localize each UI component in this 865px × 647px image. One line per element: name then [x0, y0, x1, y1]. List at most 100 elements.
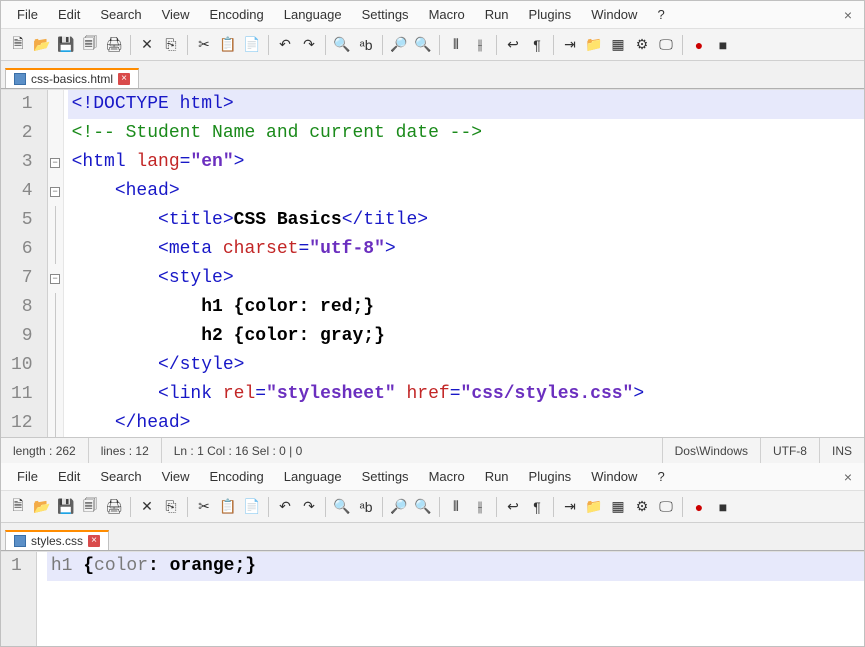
zoom-in-icon[interactable]: 🔎	[388, 34, 410, 56]
fold-marker[interactable]	[48, 90, 63, 119]
code-line[interactable]: </head>	[68, 409, 864, 437]
fold-marker[interactable]	[48, 351, 63, 380]
save-icon[interactable]: 💾	[55, 496, 77, 518]
code-line[interactable]: h2 {color: gray;}	[68, 322, 864, 351]
code-editor[interactable]: 123456789101112 −−− <!DOCTYPE html><!-- …	[1, 89, 864, 437]
menu-plugins[interactable]: Plugins	[519, 4, 582, 25]
print-icon[interactable]: 🖨	[103, 496, 125, 518]
menu-search[interactable]: Search	[90, 4, 151, 25]
menu-settings[interactable]: Settings	[352, 4, 419, 25]
fold-marker[interactable]	[48, 235, 63, 264]
redo-icon[interactable]: ↷	[298, 496, 320, 518]
cut-icon[interactable]: ✂	[193, 496, 215, 518]
sync-h-icon[interactable]: ⫲	[469, 34, 491, 56]
copy-icon[interactable]: 📋	[217, 34, 239, 56]
menu-language[interactable]: Language	[274, 4, 352, 25]
indent-icon[interactable]: ⇥	[559, 496, 581, 518]
sync-v-icon[interactable]: ⫴	[445, 34, 467, 56]
sync-v-icon[interactable]: ⫴	[445, 496, 467, 518]
menu-encoding[interactable]: Encoding	[200, 466, 274, 487]
code-line[interactable]: </style>	[68, 351, 864, 380]
menu-edit[interactable]: Edit	[48, 4, 90, 25]
code-line[interactable]: <!-- Student Name and current date -->	[68, 119, 864, 148]
code-line[interactable]: <meta charset="utf-8">	[68, 235, 864, 264]
menu-search[interactable]: Search	[90, 466, 151, 487]
copy-icon[interactable]: 📋	[217, 496, 239, 518]
close-icon[interactable]: ×	[88, 535, 100, 547]
stop-icon[interactable]: ■	[712, 496, 734, 518]
find-icon[interactable]: 🔍	[331, 496, 353, 518]
menu-view[interactable]: View	[152, 4, 200, 25]
print-icon[interactable]: 🖨	[103, 34, 125, 56]
fold-marker[interactable]: −	[48, 177, 63, 206]
fold-marker[interactable]	[48, 119, 63, 148]
code-line[interactable]: <!DOCTYPE html>	[68, 90, 864, 119]
code-area[interactable]: <!DOCTYPE html><!-- Student Name and cur…	[64, 90, 864, 437]
pilcrow-icon[interactable]: ¶	[526, 496, 548, 518]
cut-icon[interactable]: ✂	[193, 34, 215, 56]
menu-file[interactable]: File	[7, 466, 48, 487]
folder-icon[interactable]: 📁	[583, 34, 605, 56]
code-line[interactable]: <head>	[68, 177, 864, 206]
menu-macro[interactable]: Macro	[419, 4, 475, 25]
window-close-icon[interactable]: ×	[838, 7, 858, 23]
save-all-icon[interactable]: 🗐	[79, 496, 101, 518]
menu-run[interactable]: Run	[475, 466, 519, 487]
close-all-icon[interactable]: ⎘	[160, 496, 182, 518]
fold-marker[interactable]	[48, 322, 63, 351]
code-line[interactable]: <title>CSS Basics</title>	[68, 206, 864, 235]
doc-map-icon[interactable]: ▦	[607, 34, 629, 56]
menu-window[interactable]: Window	[581, 4, 647, 25]
record-icon[interactable]: ●	[688, 34, 710, 56]
wordwrap-icon[interactable]: ↩	[502, 496, 524, 518]
code-line[interactable]: <link rel="stylesheet" href="css/styles.…	[68, 380, 864, 409]
zoom-out-icon[interactable]: 🔍	[412, 34, 434, 56]
menu-language[interactable]: Language	[274, 466, 352, 487]
close-all-icon[interactable]: ⎘	[160, 34, 182, 56]
close-file-icon[interactable]: ✕	[136, 496, 158, 518]
monitor-icon[interactable]: 🖵	[655, 34, 677, 56]
new-file-icon[interactable]: 🗎	[7, 34, 29, 56]
fold-marker[interactable]	[48, 409, 63, 437]
fold-marker[interactable]	[48, 293, 63, 322]
menu-?[interactable]: ?	[647, 466, 674, 487]
pilcrow-icon[interactable]: ¶	[526, 34, 548, 56]
find-icon[interactable]: 🔍	[331, 34, 353, 56]
menu-settings[interactable]: Settings	[352, 466, 419, 487]
indent-icon[interactable]: ⇥	[559, 34, 581, 56]
save-icon[interactable]: 💾	[55, 34, 77, 56]
code-line[interactable]: h1 {color: red;}	[68, 293, 864, 322]
replace-icon[interactable]: ᵃb	[355, 496, 377, 518]
tab-css-basics[interactable]: css-basics.html ×	[5, 68, 139, 88]
menu-edit[interactable]: Edit	[48, 466, 90, 487]
close-file-icon[interactable]: ✕	[136, 34, 158, 56]
function-list-icon[interactable]: ⚙	[631, 496, 653, 518]
redo-icon[interactable]: ↷	[298, 34, 320, 56]
code-line[interactable]: h1 {color: orange;}	[47, 552, 864, 581]
menu-encoding[interactable]: Encoding	[200, 4, 274, 25]
tab-styles-css[interactable]: styles.css ×	[5, 530, 109, 550]
code-area[interactable]: h1 {color: orange;}	[37, 552, 864, 646]
code-line[interactable]: <style>	[68, 264, 864, 293]
code-line[interactable]: <html lang="en">	[68, 148, 864, 177]
save-all-icon[interactable]: 🗐	[79, 34, 101, 56]
menu-plugins[interactable]: Plugins	[519, 466, 582, 487]
open-file-icon[interactable]: 📂	[31, 34, 53, 56]
fold-marker[interactable]	[48, 380, 63, 409]
fold-marker[interactable]	[48, 206, 63, 235]
open-file-icon[interactable]: 📂	[31, 496, 53, 518]
monitor-icon[interactable]: 🖵	[655, 496, 677, 518]
fold-marker[interactable]: −	[48, 264, 63, 293]
function-list-icon[interactable]: ⚙	[631, 34, 653, 56]
doc-map-icon[interactable]: ▦	[607, 496, 629, 518]
sync-h-icon[interactable]: ⫲	[469, 496, 491, 518]
paste-icon[interactable]: 📄	[241, 34, 263, 56]
code-editor[interactable]: 1 h1 {color: orange;}	[1, 551, 864, 646]
record-icon[interactable]: ●	[688, 496, 710, 518]
new-file-icon[interactable]: 🗎	[7, 496, 29, 518]
wordwrap-icon[interactable]: ↩	[502, 34, 524, 56]
zoom-in-icon[interactable]: 🔎	[388, 496, 410, 518]
menu-macro[interactable]: Macro	[419, 466, 475, 487]
menu-view[interactable]: View	[152, 466, 200, 487]
paste-icon[interactable]: 📄	[241, 496, 263, 518]
